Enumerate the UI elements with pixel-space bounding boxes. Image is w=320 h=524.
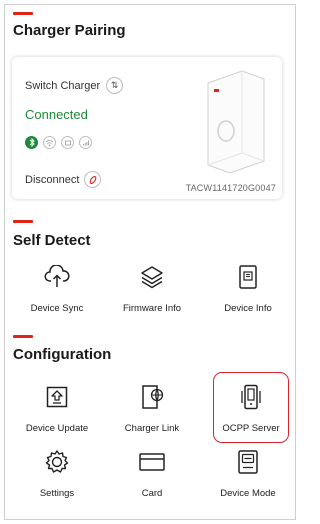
device-mode-item[interactable]: Device Mode	[203, 447, 293, 499]
charger-link-icon	[137, 382, 167, 412]
charger-link-item[interactable]: Charger Link	[107, 382, 197, 434]
section-accent	[13, 335, 33, 338]
item-label: Device Mode	[220, 488, 276, 499]
device-info-icon	[233, 262, 263, 292]
charger-card: Switch Charger ⇅ Connected Disconnect TA…	[12, 57, 282, 199]
switch-charger-label: Switch Charger	[25, 79, 101, 92]
device-update-item[interactable]: Device Update	[12, 382, 102, 434]
ocpp-server-icon	[236, 382, 266, 412]
item-label: Device Update	[25, 423, 89, 434]
device-update-icon	[42, 382, 72, 412]
device-info-item[interactable]: Device Info	[203, 262, 293, 314]
wifi-icon	[43, 136, 56, 149]
connection-status: Connected	[25, 107, 88, 122]
switch-charger-row[interactable]: Switch Charger ⇅	[25, 77, 124, 94]
item-label: Device Info	[224, 303, 272, 314]
configuration-title: Configuration	[13, 346, 112, 363]
item-label: Charger Link	[124, 423, 180, 434]
bluetooth-icon	[25, 136, 38, 149]
status-icons	[25, 136, 92, 149]
device-sync-item[interactable]: Device Sync	[12, 262, 102, 314]
item-label: OCPP Server	[222, 423, 280, 434]
ethernet-icon	[61, 136, 74, 149]
section-accent	[13, 12, 33, 15]
gear-icon	[42, 447, 72, 477]
settings-item[interactable]: Settings	[12, 447, 102, 499]
disconnect-row[interactable]: Disconnect	[25, 171, 102, 188]
card-icon	[137, 447, 167, 477]
firmware-info-item[interactable]: Firmware Info	[107, 262, 197, 314]
disconnect-label: Disconnect	[25, 173, 80, 186]
item-label: Settings	[39, 488, 75, 499]
item-label: Device Sync	[30, 303, 84, 314]
charger-pairing-title: Charger Pairing	[13, 22, 126, 39]
layers-icon	[137, 262, 167, 292]
swap-icon[interactable]: ⇅	[106, 77, 124, 94]
ocpp-server-item[interactable]: OCPP Server	[206, 382, 296, 434]
device-mode-icon	[233, 447, 263, 477]
section-accent	[13, 220, 33, 223]
item-label: Card	[141, 488, 163, 499]
self-detect-title: Self Detect	[13, 232, 91, 249]
cloud-upload-icon	[42, 262, 72, 292]
unlink-icon[interactable]	[84, 171, 102, 188]
charger-image	[207, 70, 265, 174]
charger-serial: TACW1141720G0047	[185, 183, 276, 193]
card-item[interactable]: Card	[107, 447, 197, 499]
item-label: Firmware Info	[122, 303, 182, 314]
cellular-icon	[79, 136, 92, 149]
